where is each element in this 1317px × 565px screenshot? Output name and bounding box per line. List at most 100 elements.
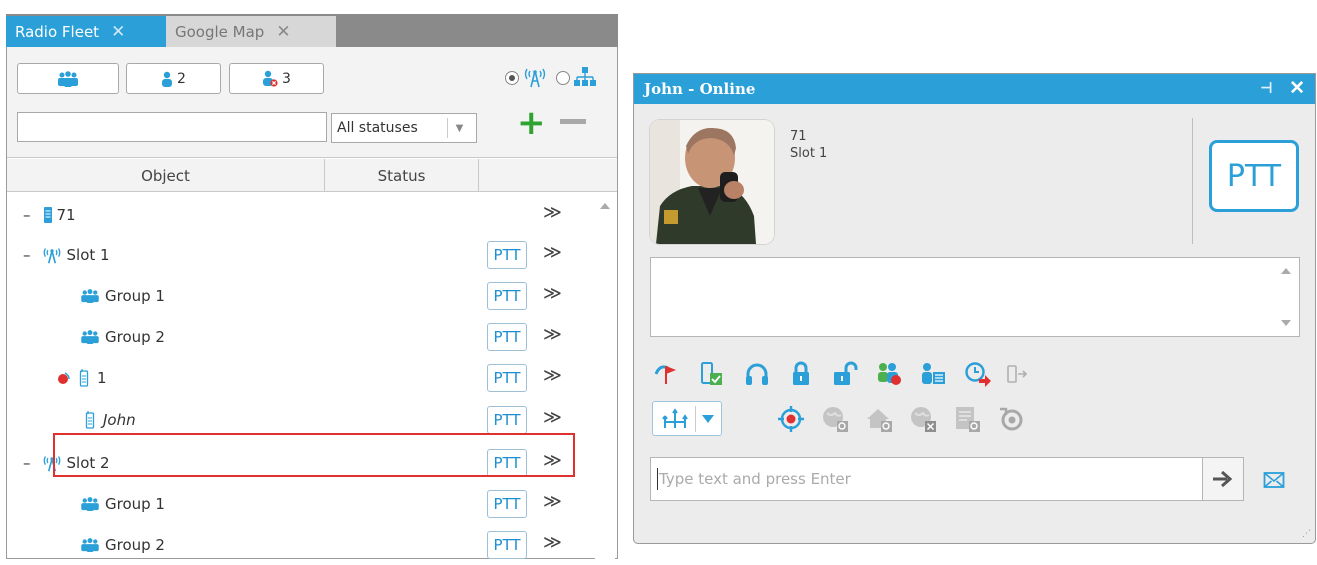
more-button[interactable]: ≫	[543, 324, 562, 345]
tree-row-group-1[interactable]: Group 1 PTT ≫	[7, 276, 597, 316]
status-select-value: All statuses	[337, 120, 418, 136]
antenna-icon	[43, 248, 60, 264]
message-input[interactable]: Type text and press Enter	[650, 457, 1204, 501]
search-input[interactable]	[17, 112, 327, 142]
tree-row-label: Group 1	[105, 495, 165, 513]
table-header: Object Status	[7, 159, 617, 192]
report-search-icon	[952, 404, 982, 434]
tree-row-label: 71	[56, 206, 76, 224]
tree-row-label-group: 1	[55, 369, 107, 387]
scroll-up-icon[interactable]	[1281, 268, 1291, 274]
radio-check-icon[interactable]	[696, 359, 726, 389]
headset-icon[interactable]	[742, 359, 772, 389]
tab-google-map-label: Google Map	[175, 22, 265, 41]
selection-highlight	[53, 433, 575, 477]
add-icon[interactable]: +	[517, 106, 546, 140]
tree-row-label: Group 1	[105, 287, 165, 305]
divider	[1192, 118, 1193, 244]
arrow-right-icon	[1213, 470, 1233, 488]
tree-row-group-2[interactable]: Group 2 PTT ≫	[7, 317, 597, 357]
radio-id: 71	[790, 129, 807, 144]
talkgroup-icon	[81, 330, 99, 344]
tree-row-label: Slot 1	[66, 246, 110, 264]
ptt-button[interactable]: PTT	[487, 531, 527, 559]
send-button[interactable]	[1202, 457, 1244, 501]
more-button[interactable]: ≫	[543, 407, 562, 428]
radio-check-reset-icon	[996, 404, 1026, 434]
ptt-button[interactable]: PTT	[487, 323, 527, 351]
status-select[interactable]: All statuses ▼	[331, 113, 477, 143]
close-icon[interactable]: ✕	[1289, 77, 1305, 99]
tree-row-group-2[interactable]: Group 2 PTT ≫	[7, 525, 597, 565]
tree-row-slot-1[interactable]: – Slot 1 PTT ≫	[7, 235, 597, 275]
tree-row-1[interactable]: 1 PTT ≫	[7, 358, 597, 398]
radio-exit-icon[interactable]	[1002, 359, 1032, 389]
tree-row-group-1[interactable]: Group 1 PTT ≫	[7, 484, 597, 524]
pin-icon[interactable]: ⊣	[1260, 79, 1273, 97]
user-offline-icon	[263, 70, 278, 87]
lock-icon[interactable]	[786, 359, 816, 389]
talkgroup-icon	[58, 70, 78, 87]
scroll-down-icon[interactable]	[1281, 320, 1291, 326]
filter-offline-button[interactable]: 3	[229, 63, 324, 94]
ptt-button[interactable]: PTT	[487, 241, 527, 269]
filter-online-button[interactable]: 2	[126, 63, 221, 94]
collapse-toggle[interactable]: –	[23, 454, 31, 472]
emergency-icon	[58, 372, 70, 384]
close-tab-icon[interactable]: ✕	[276, 22, 290, 42]
radio-fleet-panel: Radio Fleet ✕ Google Map ✕ 2 3 All statu…	[6, 14, 618, 559]
tab-radio-fleet[interactable]: Radio Fleet ✕	[6, 16, 166, 47]
radio-info: 71 Slot 1	[790, 128, 827, 162]
tab-google-map[interactable]: Google Map ✕	[166, 16, 336, 47]
tree-row-label: John	[103, 411, 136, 429]
more-button[interactable]: ≫	[543, 242, 562, 263]
more-button[interactable]: ≫	[543, 283, 562, 304]
view-by-radio-button[interactable]	[505, 71, 519, 85]
more-button[interactable]: ≫	[543, 491, 562, 512]
envelope-icon[interactable]	[1259, 465, 1289, 495]
talkgroup-icon	[81, 538, 99, 552]
user-online-icon	[162, 71, 173, 87]
chevron-down-icon[interactable]: ▼	[447, 118, 471, 138]
more-button[interactable]: ≫	[543, 202, 562, 223]
tree-row-label: Group 2	[105, 536, 165, 554]
ptt-large-button[interactable]: PTT	[1209, 140, 1299, 212]
ptt-button[interactable]: PTT	[487, 490, 527, 518]
ptt-button[interactable]: PTT	[487, 364, 527, 392]
column-status[interactable]: Status	[325, 159, 479, 192]
ptt-button[interactable]: PTT	[487, 282, 527, 310]
remove-icon[interactable]	[560, 119, 586, 124]
column-object[interactable]: Object	[7, 159, 325, 192]
tree-row-label: Group 2	[105, 328, 165, 346]
group-call-icon[interactable]	[874, 359, 904, 389]
chevron-down-icon[interactable]	[702, 415, 714, 423]
window-titlebar[interactable]: John - Online ⊣ ✕	[634, 74, 1315, 104]
user-info-icon[interactable]	[918, 359, 948, 389]
collapse-toggle[interactable]: –	[23, 206, 31, 224]
tree-row-71[interactable]: – 71 ≫	[7, 195, 597, 235]
emergency-flag-icon[interactable]	[652, 359, 682, 389]
filter-all-button[interactable]	[17, 63, 119, 94]
unlock-icon[interactable]	[830, 359, 860, 389]
collapse-toggle[interactable]: –	[23, 246, 31, 264]
view-by-hierarchy-radio[interactable]	[556, 71, 570, 85]
radio-icon	[79, 369, 89, 387]
avatar-photo	[650, 120, 774, 244]
scroll-up-icon[interactable]	[600, 203, 610, 209]
ptt-button[interactable]: PTT	[487, 406, 527, 434]
tree-row-label-group: Group 2	[79, 536, 165, 554]
gps-locate-icon[interactable]	[776, 404, 806, 434]
more-button[interactable]: ≫	[543, 532, 562, 553]
home-search-icon	[864, 404, 894, 434]
offline-count: 3	[282, 70, 291, 87]
tree-scrollbar[interactable]	[595, 193, 615, 559]
text-caret	[657, 468, 658, 490]
location-request-button[interactable]	[652, 401, 722, 436]
message-history[interactable]	[650, 257, 1300, 337]
close-tab-icon[interactable]: ✕	[111, 22, 125, 42]
scheduled-call-icon[interactable]	[962, 359, 992, 389]
filter-toolbar: 2 3 All statuses ▼ +	[7, 47, 617, 158]
resize-grip-icon[interactable]: ⋰	[1302, 529, 1311, 539]
tree-row-label-group: Group 1	[79, 495, 165, 513]
more-button[interactable]: ≫	[543, 365, 562, 386]
